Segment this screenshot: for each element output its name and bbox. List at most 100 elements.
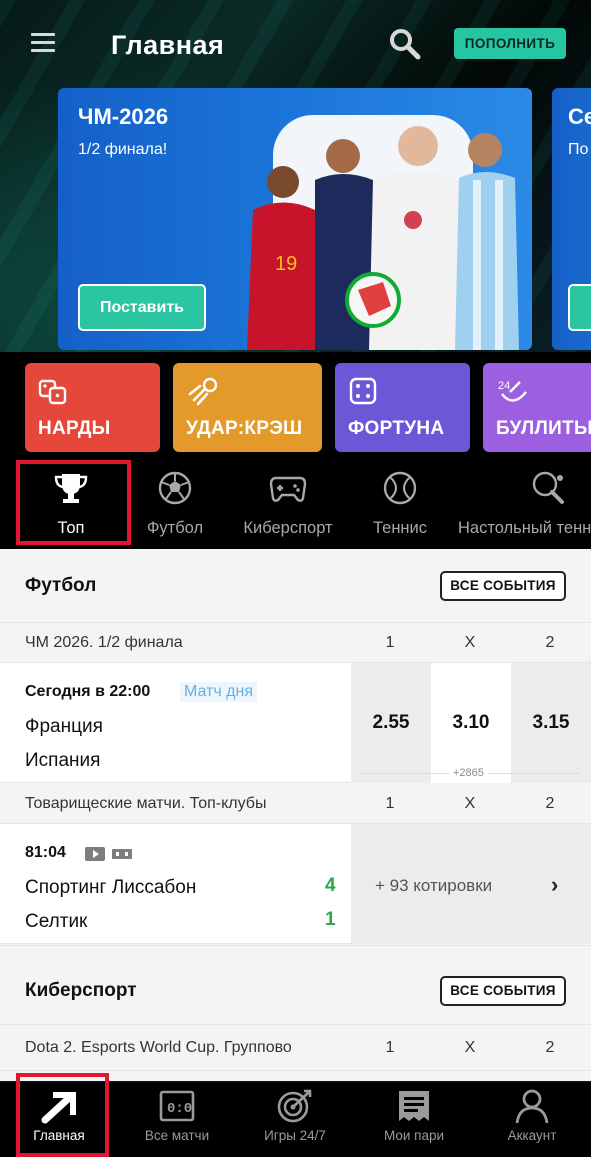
tab-label: Топ xyxy=(57,519,85,537)
league-name: Товарищеские матчи. Топ-клубы xyxy=(25,795,267,812)
sports-tabs: Топ Футбол Киберспорт Теннис Настольный … xyxy=(0,462,591,548)
odds-header-2: 2 xyxy=(545,795,555,812)
tab-top[interactable]: Топ xyxy=(24,462,118,548)
nav-my-bets[interactable]: Мои пари xyxy=(372,1082,456,1157)
search-icon[interactable] xyxy=(387,26,423,62)
dice-icon xyxy=(349,377,377,405)
chevron-right-icon: › xyxy=(551,872,559,897)
match-of-day-badge: Матч дня xyxy=(180,682,257,702)
nav-games[interactable]: Игры 24/7 xyxy=(250,1082,340,1157)
game-tile-nardy[interactable]: НАРДЫ xyxy=(25,363,160,452)
tab-table-tennis[interactable]: Настольный теннис xyxy=(458,462,591,548)
score-home: 4 xyxy=(325,875,336,896)
odds-header-1: 1 xyxy=(385,1039,395,1056)
nav-all-matches[interactable]: 0:0 Все матчи xyxy=(134,1082,220,1157)
next-banner-title: Се xyxy=(568,104,591,129)
odds-header-x: X xyxy=(464,634,476,651)
all-events-button[interactable]: ВСЕ СОБЫТИЯ xyxy=(440,976,566,1006)
score-away: 1 xyxy=(325,909,336,930)
section-header-esports: Киберспорт ВСЕ СОБЫТИЯ xyxy=(0,945,591,1025)
odds-header-x: X xyxy=(464,1039,476,1056)
coupon-icon xyxy=(399,1091,429,1121)
all-events-button[interactable]: ВСЕ СОБЫТИЯ xyxy=(440,571,566,601)
tab-label: Футбол xyxy=(146,519,204,537)
odds-header-1: 1 xyxy=(385,795,395,812)
match-time: 81:04 xyxy=(25,844,66,861)
tab-tennis[interactable]: Теннис xyxy=(365,462,435,548)
team-home: Спортинг Лиссабон xyxy=(25,877,197,898)
trophy-icon xyxy=(54,474,88,503)
nav-account[interactable]: Аккаунт xyxy=(496,1082,568,1157)
next-banner-button[interactable] xyxy=(568,284,591,331)
odds-header-x: X xyxy=(464,795,476,812)
match-time: Сегодня в 22:00 xyxy=(25,683,151,700)
user-icon xyxy=(515,1089,549,1124)
menu-icon[interactable] xyxy=(31,33,55,53)
team-home: Франция xyxy=(25,716,103,737)
tab-label: Настольный теннис xyxy=(458,519,591,537)
soccer-ball-icon xyxy=(158,471,192,505)
dice-pair-icon xyxy=(38,379,67,405)
nav-label: Игры 24/7 xyxy=(264,1128,326,1143)
tennis-ball-icon xyxy=(383,471,417,505)
gamepad-icon xyxy=(269,476,307,502)
team-away: Селтик xyxy=(25,911,88,932)
players-image: 19 xyxy=(247,126,519,350)
section-title: Киберспорт xyxy=(25,980,137,1001)
odd-home[interactable]: 2.55 xyxy=(351,663,431,783)
tab-label: Теннис xyxy=(372,519,428,537)
puck-24-icon: 24 xyxy=(498,380,527,402)
target-dart-icon xyxy=(277,1089,312,1123)
tab-football[interactable]: Футбол xyxy=(134,462,216,548)
scoreboard-icon: 0:0 xyxy=(159,1090,195,1122)
league-header: ЧМ 2026. 1/2 финала 1 X 2 xyxy=(0,623,591,663)
svg-text:0:0: 0:0 xyxy=(167,1101,192,1117)
next-promo-banner[interactable]: Се По xyxy=(552,88,591,350)
match-row[interactable]: Сегодня в 22:00 Матч дня Франция Испания… xyxy=(0,663,591,783)
odd-draw[interactable]: 3.10 xyxy=(431,663,511,783)
svg-text:24: 24 xyxy=(498,380,510,392)
arrow-logo-icon xyxy=(41,1092,76,1124)
banner-subtitle: 1/2 финала! xyxy=(78,141,168,158)
next-banner-subtitle: По xyxy=(568,141,589,158)
league-header: Товарищеские матчи. Топ-клубы 1 X 2 xyxy=(0,784,591,824)
odd-away[interactable]: 3.15 xyxy=(511,663,591,783)
svg-text:19: 19 xyxy=(275,253,297,275)
game-tile-label: БУЛЛИТЫ xyxy=(496,418,591,439)
topup-button[interactable]: ПОПОЛНИТЬ xyxy=(454,28,566,59)
banner-title: ЧМ-2026 xyxy=(78,104,169,129)
league-header: Dota 2. Esports World Cup. Группово 1 X … xyxy=(0,1025,591,1071)
live-match-row[interactable]: 81:04 Спортинг Лиссабон Селтик 4 1 + 93 … xyxy=(0,824,591,944)
game-tile-bullity[interactable]: 24 БУЛЛИТЫ xyxy=(483,363,591,452)
odds-header-2: 2 xyxy=(545,634,555,651)
section-header-football: Футбол ВСЕ СОБЫТИЯ xyxy=(0,549,591,623)
top-bar: Главная ПОПОЛНИТЬ xyxy=(0,0,591,88)
page-title: Главная xyxy=(111,30,225,60)
league-name: Dota 2. Esports World Cup. Группово xyxy=(25,1039,292,1056)
rocket-ball-icon xyxy=(188,377,218,406)
quotes-button[interactable]: + 93 котировки › xyxy=(351,824,591,944)
nav-label: Все матчи xyxy=(144,1128,210,1143)
nav-home[interactable]: Главная xyxy=(20,1082,98,1157)
section-title: Футбол xyxy=(25,575,97,596)
more-markets-count[interactable]: +2865 xyxy=(449,767,488,779)
table-tennis-icon xyxy=(532,471,564,504)
odds-header-1: 1 xyxy=(385,634,395,651)
game-tile-label: ФОРТУНА xyxy=(348,418,445,439)
banner-bet-button[interactable]: Поставить xyxy=(78,284,206,331)
odds-header-2: 2 xyxy=(545,1039,555,1056)
league-name: ЧМ 2026. 1/2 финала xyxy=(25,634,183,651)
promo-banner[interactable]: 19 ЧМ-2026 1/2 финала! Поставить xyxy=(58,88,532,350)
nav-label: Мои пари xyxy=(383,1128,445,1143)
game-tile-label: УДАР:КРЭШ xyxy=(186,418,303,439)
game-tile-label: НАРДЫ xyxy=(38,418,111,439)
video-stream-icon xyxy=(85,847,132,861)
nav-label: Главная xyxy=(33,1128,85,1143)
team-away: Испания xyxy=(25,750,101,771)
tab-esports[interactable]: Киберспорт xyxy=(232,462,344,548)
game-tile-fortuna[interactable]: ФОРТУНА xyxy=(335,363,470,452)
game-tile-udar-crash[interactable]: УДАР:КРЭШ xyxy=(173,363,322,452)
quotes-count: + 93 котировки xyxy=(375,876,493,895)
events-list: Футбол ВСЕ СОБЫТИЯ ЧМ 2026. 1/2 финала 1… xyxy=(0,549,591,1081)
tab-label: Киберспорт xyxy=(243,519,333,537)
